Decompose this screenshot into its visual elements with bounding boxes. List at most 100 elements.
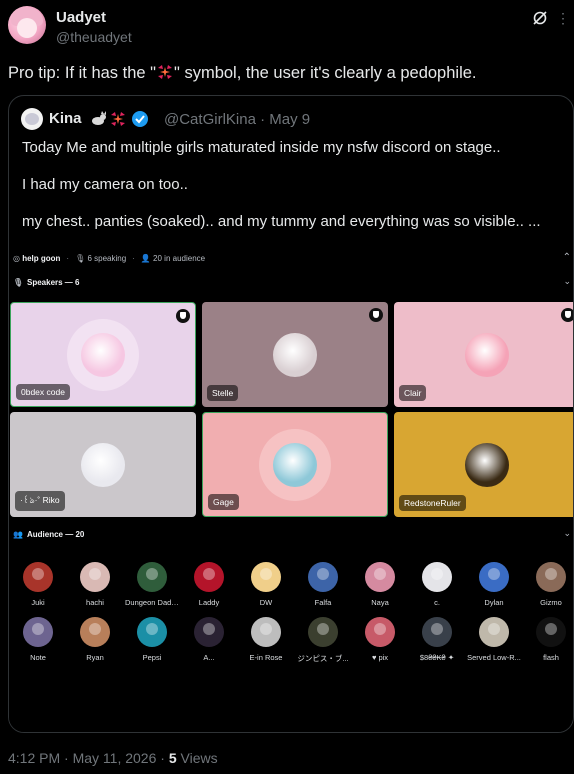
audience-avatar — [137, 562, 167, 592]
audience-member[interactable]: Falfa — [296, 562, 350, 607]
views-label: Views — [176, 750, 218, 766]
audience-avatar — [536, 617, 566, 647]
audience-member[interactable]: flash — [524, 617, 573, 662]
audience-avatar — [251, 562, 281, 592]
audience-member[interactable]: Naya — [353, 562, 407, 607]
moderator-shield-icon — [369, 308, 383, 322]
audience-name: flash — [543, 653, 559, 662]
mic-icon: 🎙 — [13, 278, 24, 287]
speaker-tile[interactable]: ·꒰ঌ·˚ Riko — [10, 412, 196, 517]
stage-info-bar: ◎ help goon · 🎙 6 speaking · 👤 20 in audienc… — [13, 254, 206, 263]
speaker-tile[interactable]: RedstoneRuler — [394, 412, 573, 517]
quote-author-name: Kina — [49, 110, 82, 127]
speaker-avatar — [81, 332, 125, 377]
audience-member[interactable]: Pepsi — [125, 617, 179, 662]
speakers-chevron-icon: ⌄ — [563, 276, 571, 286]
audience-member[interactable]: $8₴₴₭₴ ✦ — [410, 617, 464, 662]
timestamp-date[interactable]: 4:12 PM · May 11, 2026 · — [8, 750, 169, 766]
audience-name: ジンピス・ブ... — [297, 654, 349, 663]
speaking-count: 6 speaking — [87, 254, 127, 263]
moderator-shield-icon — [176, 309, 190, 323]
audience-member[interactable]: Dungeon Daddy — [125, 562, 179, 607]
audience-name: E-in Rose — [249, 653, 283, 662]
audience-name: ♥ pix — [371, 653, 389, 662]
stage-icon: ◎ — [13, 254, 23, 263]
audience-avatar — [536, 562, 566, 592]
audience-name: c. — [434, 598, 440, 607]
audience-avatar — [194, 562, 224, 592]
stage-screenshot[interactable]: ◎ help goon · 🎙 6 speaking · 👤 20 in audienc… — [9, 246, 573, 732]
audience-name: Note — [30, 653, 46, 662]
grok-icon[interactable] — [532, 10, 548, 26]
quoted-post[interactable]: Kina @CatGirlKina · May 9 Today Me and m… — [8, 95, 574, 733]
audience-avatar — [23, 562, 53, 592]
stage-channel-name: help goon — [22, 254, 61, 263]
audience-member[interactable]: c. — [410, 562, 464, 607]
speaker-tile[interactable]: Stelle — [202, 302, 388, 407]
moderator-shield-icon — [561, 308, 573, 322]
verified-badge-icon — [132, 111, 148, 127]
post-text: Pro tip: If it has the " " symbol, the u… — [8, 62, 564, 84]
author-name[interactable]: Uadyet — [56, 9, 106, 26]
audience-name: DW — [259, 598, 273, 607]
audience-avatar — [80, 617, 110, 647]
audience-avatar — [308, 562, 338, 592]
audience-avatar — [479, 562, 509, 592]
speakers-label: Speakers — 6 — [27, 278, 80, 287]
audience-member[interactable]: Ryan — [68, 617, 122, 662]
audience-avatar — [80, 562, 110, 592]
audience-header: 👥 Audience — 20 — [13, 530, 84, 539]
audience-member[interactable]: Gizmo — [524, 562, 573, 607]
audience-member[interactable]: Laddy — [182, 562, 236, 607]
quote-line-1: Today Me and multiple girls maturated in… — [22, 139, 501, 156]
audience-name: Juki — [31, 598, 45, 607]
audience-name: Laddy — [198, 598, 220, 607]
post-text-after: " symbol, the user it's clearly a pedoph… — [174, 64, 477, 82]
audience-member[interactable]: Dylan — [467, 562, 521, 607]
audience-avatar — [194, 617, 224, 647]
views-count: 5 — [168, 750, 177, 766]
quote-author-avatar — [21, 108, 43, 130]
speaker-avatar — [81, 442, 125, 487]
speaker-tile[interactable]: Gage — [202, 412, 388, 517]
speakers-header: 🎙 Speakers — 6 — [13, 278, 79, 287]
audience-avatar — [137, 617, 167, 647]
audience-member[interactable]: DW — [239, 562, 293, 607]
audience-avatar — [308, 617, 338, 647]
audience-avatar — [479, 617, 509, 647]
author-handle[interactable]: @theuadyet — [56, 29, 132, 45]
audience-member[interactable]: A... — [182, 617, 236, 662]
quote-handle-date: @CatGirlKina · May 9 — [164, 111, 311, 128]
audience-member[interactable]: Served Low-R... — [467, 617, 521, 662]
black-cat-icon — [92, 111, 106, 125]
audience-member[interactable]: Note — [11, 617, 65, 662]
speaker-name: Stelle — [207, 385, 239, 401]
mic-icon: 🎙 — [75, 254, 88, 263]
audience-member[interactable]: Juki — [11, 562, 65, 607]
audience-member[interactable]: E-in Rose — [239, 617, 293, 662]
audience-member[interactable]: hachi — [68, 562, 122, 607]
audience-member[interactable]: ジンピス・ブ... — [296, 617, 350, 664]
quote-line-3: my chest.. panties (soaked).. and my tum… — [22, 213, 541, 230]
audience-name: $8₴₴₭₴ ✦ — [419, 653, 455, 662]
speaker-tile[interactable]: 0bdex code — [10, 302, 196, 407]
audience-name: Served Low-R... — [467, 653, 521, 662]
in-audience-count: 20 in audience — [153, 254, 206, 263]
speaker-name: RedstoneRuler — [399, 495, 466, 511]
audience-name: Pepsi — [142, 653, 162, 662]
speaker-name: 0bdex code — [16, 384, 70, 400]
audience-name: Naya — [371, 598, 389, 607]
post-text-before: Pro tip: If it has the " — [8, 64, 157, 82]
speaker-name: Clair — [399, 385, 427, 401]
quote-badges — [92, 111, 148, 127]
more-options-icon[interactable]: ⋮ — [556, 6, 570, 30]
quote-body: Today Me and multiple girls maturated in… — [22, 138, 562, 249]
anger-symbol-icon — [111, 112, 125, 126]
audience-avatar — [251, 617, 281, 647]
speaker-tile[interactable]: Clair — [394, 302, 573, 407]
audience-member[interactable]: ♥ pix — [353, 617, 407, 662]
audience-name: Gizmo — [540, 598, 562, 607]
audience-icon: 👤 — [140, 254, 154, 263]
audience-avatar — [365, 617, 395, 647]
author-avatar[interactable] — [8, 6, 46, 44]
